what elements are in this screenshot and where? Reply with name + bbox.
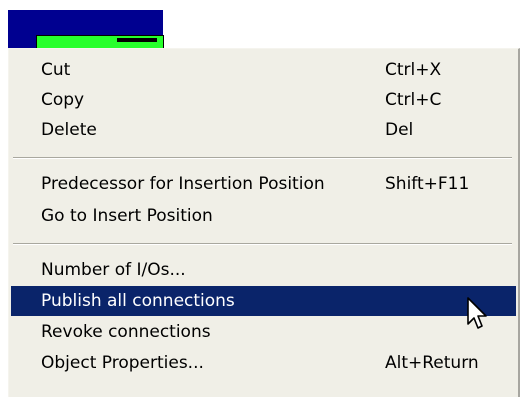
menu-item-label: Go to Insert Position [41,206,213,226]
menu-item-go-to-insert[interactable]: Go to Insert Position [11,201,516,231]
menu-item-revoke-connections[interactable]: Revoke connections [11,317,516,347]
menu-item-label: Predecessor for Insertion Position [41,174,325,194]
menu-item-publish-connections[interactable]: Publish all connections [11,286,516,316]
menu-separator [13,157,512,159]
menu-item-label: Publish all connections [41,291,235,311]
menu-item-delete[interactable]: Delete Del [11,115,516,145]
menu-item-cut[interactable]: Cut Ctrl+X [11,55,516,85]
menu-separator [13,243,512,245]
menu-item-number-of-ios[interactable]: Number of I/Os... [11,255,516,285]
menu-item-label: Cut [41,60,71,80]
menu-item-label: Revoke connections [41,322,211,342]
menu-item-label: Object Properties... [41,353,204,373]
menu-item-object-properties[interactable]: Object Properties... Alt+Return [11,348,516,378]
menu-item-label: Number of I/Os... [41,260,186,280]
menu-item-shortcut: Alt+Return [385,353,479,373]
arrow-pointer-icon [467,297,487,329]
node-label-fragment [117,38,157,42]
menu-item-shortcut: Ctrl+C [385,90,442,110]
menu-item-label: Delete [41,120,97,140]
menu-item-shortcut: Del [385,120,414,140]
menu-item-predecessor-insertion[interactable]: Predecessor for Insertion Position Shift… [11,169,516,199]
menu-item-shortcut: Shift+F11 [385,174,470,194]
menu-item-label: Copy [41,90,85,110]
menu-item-shortcut: Ctrl+X [385,60,442,80]
menu-item-copy[interactable]: Copy Ctrl+C [11,85,516,115]
context-menu: Cut Ctrl+X Copy Ctrl+C Delete Del Predec… [8,48,520,397]
screen: Cut Ctrl+X Copy Ctrl+C Delete Del Predec… [0,0,531,397]
